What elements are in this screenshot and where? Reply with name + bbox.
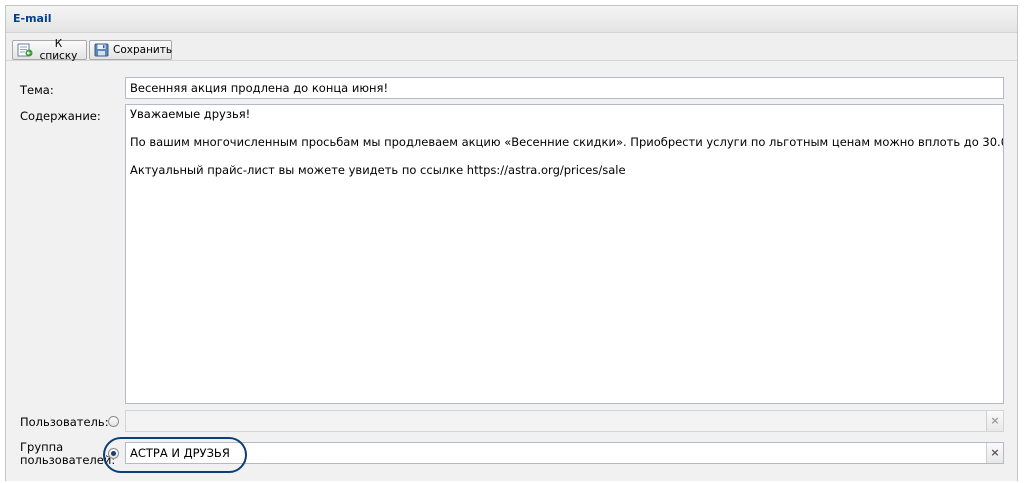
form-body: Тема: Весенняя акция продлена до конца и… xyxy=(6,62,1017,481)
group-clear-icon[interactable]: × xyxy=(986,443,1003,463)
subject-label: Тема: xyxy=(20,83,54,97)
email-panel: E-mail К списку Сохранить Тема: Весенняя… xyxy=(5,5,1018,481)
subject-input[interactable]: Весенняя акция продлена до конца июня! xyxy=(125,77,1004,99)
content-line: Актуальный прайс-лист вы можете увидеть … xyxy=(130,163,626,177)
list-back-icon xyxy=(17,43,33,57)
group-label-line1: Группа xyxy=(20,440,64,454)
save-icon xyxy=(94,43,110,57)
back-to-list-button[interactable]: К списку xyxy=(12,38,87,62)
back-to-list-label: К списку xyxy=(39,38,78,62)
content-textarea[interactable]: Уважаемые друзья! По вашим многочисленны… xyxy=(125,104,1004,404)
user-combobox[interactable]: × xyxy=(125,410,1004,432)
user-label: Пользователь: xyxy=(20,415,109,429)
subject-value: Весенняя акция продлена до конца июня! xyxy=(130,81,389,95)
user-radio[interactable] xyxy=(108,416,119,427)
content-label: Содержание: xyxy=(20,109,101,123)
group-label: Группа пользователей: xyxy=(20,441,115,467)
toolbar: К списку Сохранить xyxy=(6,33,1017,62)
group-label-line2: пользователей: xyxy=(20,453,116,467)
highlight-annotation xyxy=(103,437,247,473)
save-label: Сохранить xyxy=(113,44,173,56)
group-combobox[interactable]: АСТРА И ДРУЗЬЯ × xyxy=(125,442,1004,464)
panel-title: E-mail xyxy=(6,6,1017,33)
content-line: Уважаемые друзья! xyxy=(130,107,251,121)
content-line: По вашим многочисленным просьбам мы прод… xyxy=(130,135,1004,149)
user-clear-icon[interactable]: × xyxy=(986,411,1003,431)
save-button[interactable]: Сохранить xyxy=(89,40,172,60)
